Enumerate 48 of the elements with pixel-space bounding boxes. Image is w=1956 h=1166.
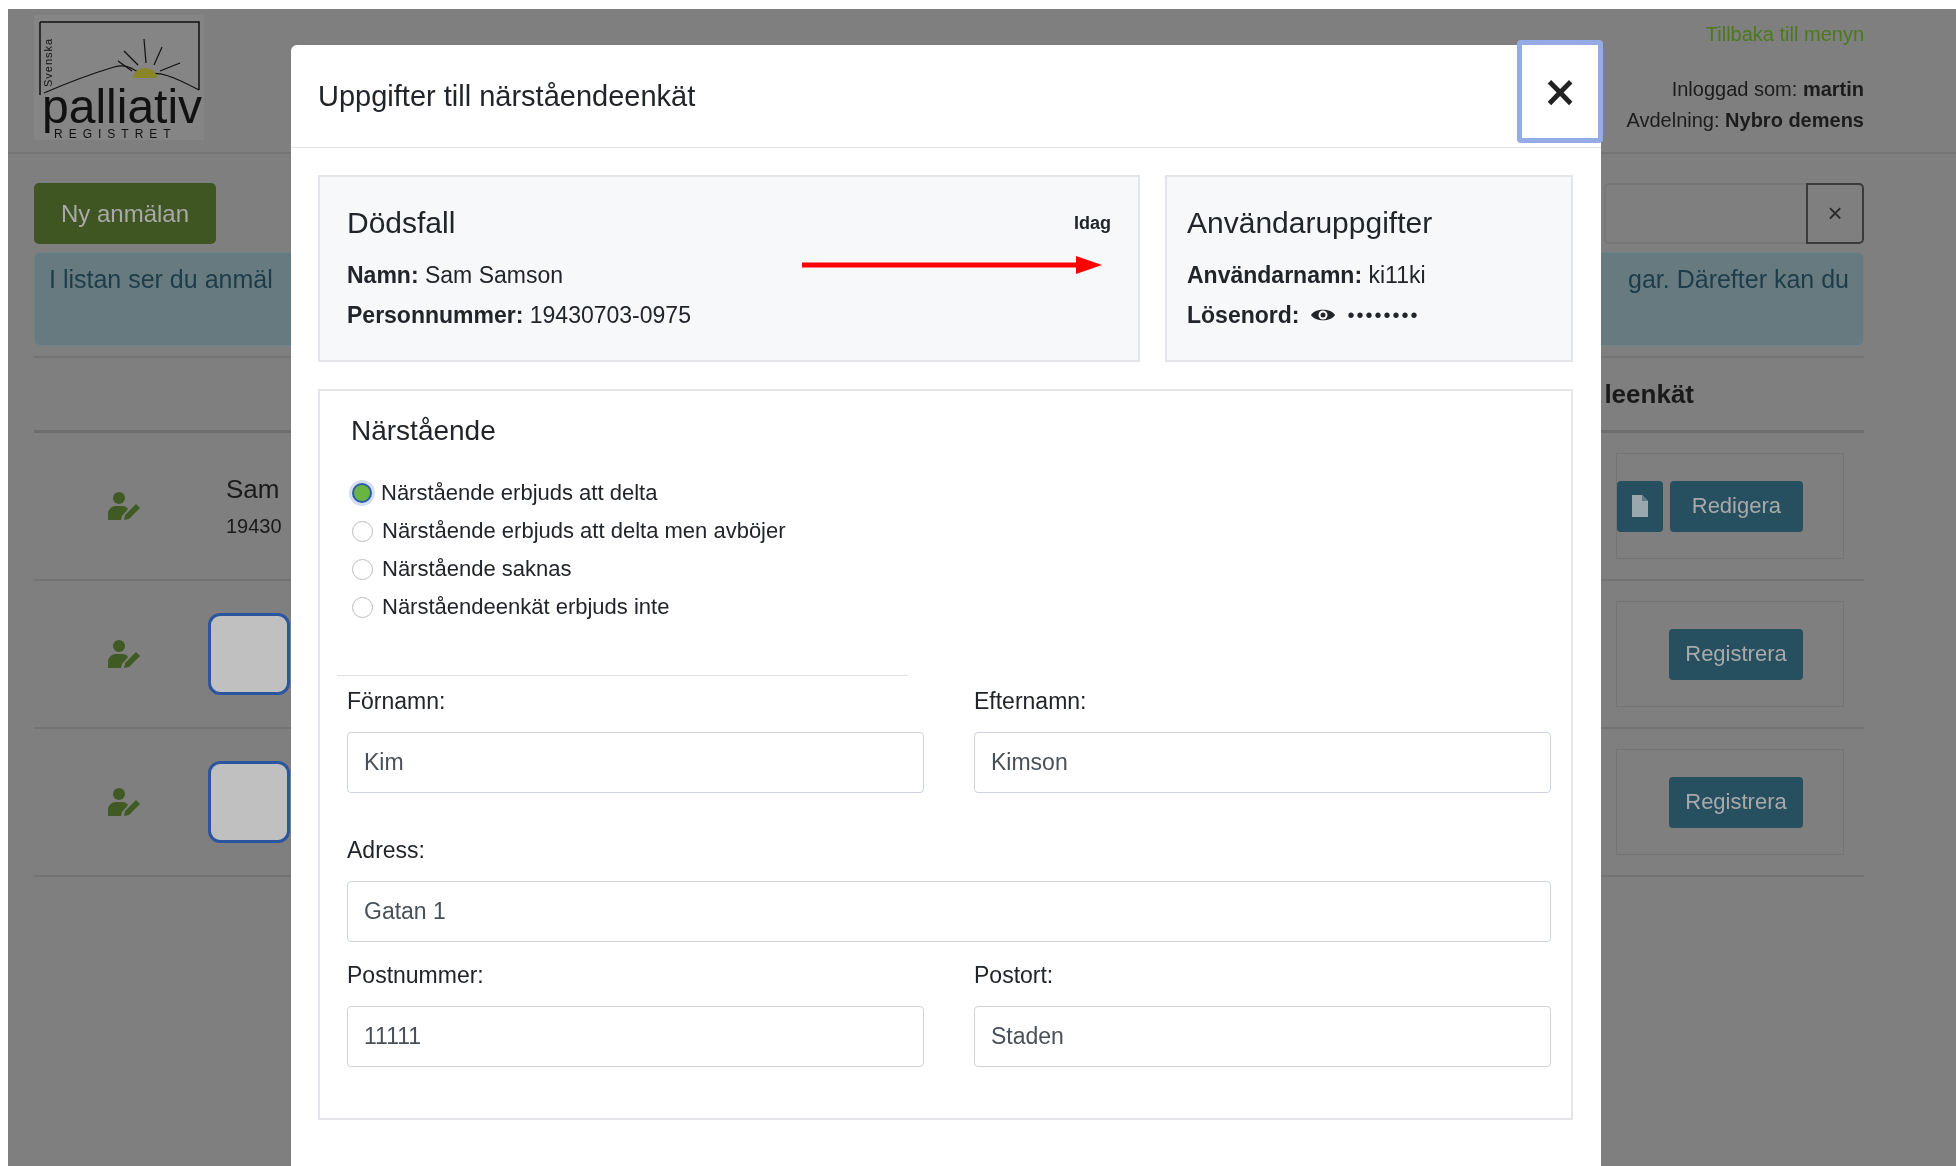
user-edit-icon — [108, 788, 142, 816]
clear-button[interactable]: × — [1806, 183, 1864, 244]
info-text: gar. Därefter kan du — [1628, 265, 1849, 295]
password-label: Lösenord: — [1187, 301, 1300, 329]
radio-button[interactable] — [352, 558, 373, 580]
column-heading: leenkät — [1604, 378, 1694, 410]
radio-button[interactable] — [352, 520, 373, 542]
radio-label[interactable]: Närstående saknas — [382, 556, 572, 582]
patient-number: 19430 — [226, 515, 282, 538]
card-title: Dödsfall — [347, 206, 456, 240]
action-button[interactable]: Registrera — [1669, 776, 1803, 828]
palliativ-logo: Svenska palliativ REGISTRET — [34, 15, 204, 140]
user-edit-icon — [108, 492, 142, 520]
input-field[interactable]: Staden — [974, 1006, 1551, 1067]
radio-label[interactable]: Närståendeenkät erbjuds inte — [382, 594, 670, 620]
field-label: Adress: — [347, 836, 426, 865]
field-label: Postnummer: — [347, 961, 485, 990]
radio-label[interactable]: Närstående erbjuds att delta men avböjer — [382, 518, 786, 544]
action-button[interactable]: Redigera — [1669, 480, 1803, 532]
input-field[interactable]: Kim — [347, 732, 924, 793]
input-field[interactable]: Gatan 1 — [347, 881, 1551, 942]
info-text: I listan ser du anmäl — [49, 265, 273, 295]
close-button[interactable]: × — [1517, 40, 1603, 143]
action-button[interactable]: Registrera — [1669, 628, 1803, 680]
info-line: Personnummer: 19430703-0975 — [347, 301, 691, 330]
radio-label[interactable]: Närstående erbjuds att delta — [381, 480, 658, 506]
pdf-button[interactable] — [1617, 480, 1663, 532]
radio-button[interactable] — [352, 596, 373, 618]
info-line: Användarnamn: ki11ki — [1187, 261, 1426, 290]
input-field[interactable]: 11111 — [347, 1006, 924, 1067]
user-edit-icon — [108, 640, 142, 668]
field-label: Postort: — [974, 961, 1055, 990]
password-value: •••••••• — [1347, 303, 1420, 327]
field-label: Förnamn: — [347, 687, 447, 716]
radio-button[interactable] — [352, 483, 372, 503]
file-icon — [1631, 495, 1648, 517]
department: Avdelning: Nybro demens — [1626, 108, 1864, 133]
field-label: Efternamn: — [974, 687, 1088, 716]
date-label: Idag — [1074, 212, 1111, 234]
section-title: Närstående — [351, 414, 497, 448]
logged-in-user: Inloggad som: martin — [1671, 77, 1864, 102]
card-title: Användaruppgifter — [1187, 206, 1433, 240]
input-field[interactable]: Kimson — [974, 732, 1551, 793]
info-line: Namn: Sam Samson — [347, 261, 563, 290]
new-report-button[interactable]: Ny anmälan — [34, 183, 216, 244]
eye-icon[interactable] — [1311, 307, 1336, 323]
modal-title: Uppgifter till närståendeenkät — [318, 79, 696, 113]
patient-name: Sam — [226, 474, 281, 505]
